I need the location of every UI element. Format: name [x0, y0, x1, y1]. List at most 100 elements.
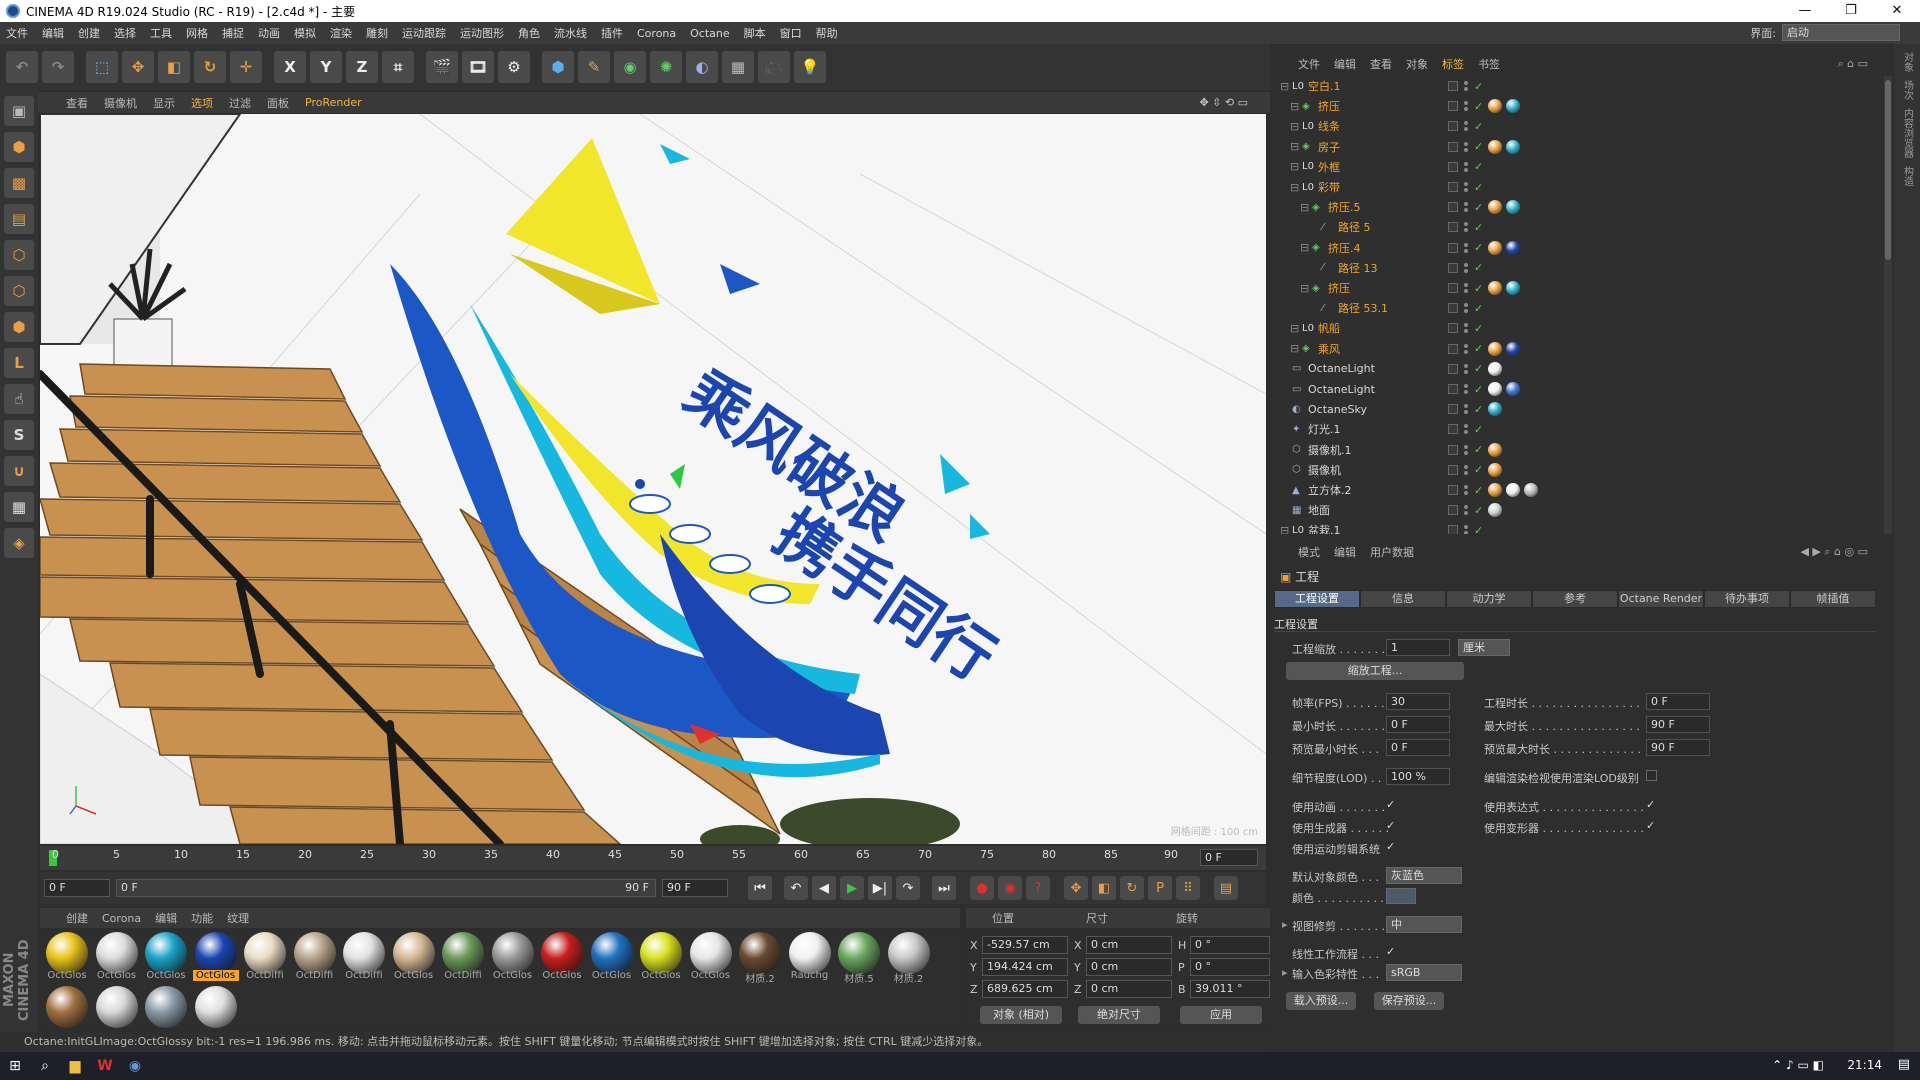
object-name[interactable]: 房子: [1318, 139, 1340, 155]
editor-visibility-dot[interactable]: [1464, 343, 1468, 348]
object-tag-icon[interactable]: [1488, 483, 1502, 497]
object-name[interactable]: 乘风: [1318, 341, 1340, 357]
render-settings-icon[interactable]: ⚙: [498, 51, 530, 83]
timeline-ruler[interactable]: 0 5 10 15 20 25 30 35 40 45 50 55 60 65 …: [40, 846, 1266, 870]
mat-menu-create[interactable]: 创建: [66, 910, 88, 926]
editor-visibility-dot[interactable]: [1464, 262, 1468, 267]
object-tag-icon[interactable]: [1488, 503, 1502, 518]
enabled-check-icon[interactable]: ✓: [1474, 201, 1483, 214]
editor-visibility-dot[interactable]: [1464, 424, 1468, 429]
menu-select[interactable]: 选择: [114, 25, 136, 41]
menu-motion-tracking[interactable]: 运动跟踪: [402, 25, 446, 41]
input-color-expand-icon[interactable]: ▸: [1282, 966, 1288, 979]
planar-workplane-icon[interactable]: ◈: [4, 528, 34, 558]
render-view-icon[interactable]: 🎬: [426, 51, 458, 83]
attr-menu-mode[interactable]: 模式: [1298, 544, 1320, 560]
object-tree-scrollbar[interactable]: [1884, 76, 1892, 534]
load-preset-button[interactable]: 载入预设...: [1286, 992, 1356, 1010]
redo-icon[interactable]: ↷: [42, 51, 74, 83]
rotation-p-field[interactable]: 0 °: [1190, 958, 1270, 976]
render-visibility-dot[interactable]: [1464, 147, 1468, 152]
object-row[interactable]: ⊟ ◈ 乘风 ✓: [1272, 339, 1884, 359]
layer-swatch[interactable]: [1448, 525, 1458, 534]
use-animation-checkbox[interactable]: ✓: [1386, 798, 1395, 811]
polygons-mode-icon[interactable]: ⬢: [4, 312, 34, 342]
enabled-check-icon[interactable]: ✓: [1474, 504, 1483, 517]
object-tag-icon[interactable]: [1506, 281, 1520, 295]
enabled-check-icon[interactable]: ✓: [1474, 443, 1483, 456]
viewport-menu-options[interactable]: 选项: [191, 95, 213, 111]
snap-icon[interactable]: S: [4, 420, 34, 450]
object-row[interactable]: ⊟ L0 彩带 ✓: [1272, 177, 1884, 197]
expand-toggle-icon[interactable]: ⊟: [1300, 201, 1309, 214]
object-name[interactable]: OctaneSky: [1308, 403, 1367, 416]
play-icon[interactable]: ▶: [840, 876, 864, 900]
camera-icon[interactable]: 🎥: [758, 51, 790, 83]
editor-visibility-dot[interactable]: [1464, 182, 1468, 186]
file-explorer-icon[interactable]: ▆: [60, 1052, 90, 1080]
attr-menu-userdata[interactable]: 用户数据: [1370, 544, 1414, 560]
light-icon[interactable]: 💡: [794, 51, 826, 83]
viewport-menu-view[interactable]: 查看: [66, 95, 88, 111]
layer-swatch[interactable]: [1448, 81, 1458, 91]
expand-toggle-icon[interactable]: ⊟: [1290, 322, 1299, 335]
layer-swatch[interactable]: [1448, 182, 1458, 192]
go-to-next-key-icon[interactable]: ↷: [896, 876, 920, 900]
render-visibility-dot[interactable]: [1464, 470, 1468, 475]
enabled-check-icon[interactable]: ✓: [1474, 403, 1483, 416]
viewport-menu-prorender[interactable]: ProRender: [305, 96, 362, 109]
close-button[interactable]: ✕: [1874, 0, 1920, 22]
enabled-check-icon[interactable]: ✓: [1474, 423, 1483, 436]
workplane-icon[interactable]: ▤: [4, 204, 34, 234]
object-name[interactable]: 线条: [1318, 118, 1340, 134]
windows-start-icon[interactable]: ⊞: [0, 1052, 30, 1080]
object-name[interactable]: 灯光.1: [1308, 421, 1341, 437]
enabled-check-icon[interactable]: ✓: [1474, 120, 1483, 133]
editor-visibility-dot[interactable]: [1464, 323, 1468, 328]
layer-swatch[interactable]: [1448, 424, 1458, 435]
preview-range-slider[interactable]: 0 F 90 F: [116, 879, 656, 897]
coordinate-system-icon[interactable]: ⌗: [382, 51, 414, 83]
search-icon[interactable]: ⌕: [30, 1052, 60, 1080]
mat-menu-edit[interactable]: 编辑: [155, 910, 177, 926]
obj-menu-tags[interactable]: 标签: [1442, 56, 1464, 72]
render-visibility-dot[interactable]: [1464, 309, 1468, 314]
rotation-h-field[interactable]: 0 °: [1190, 936, 1270, 954]
material-swatch[interactable]: [193, 986, 239, 1038]
obj-manager-nav-icons[interactable]: ⌕ ⌂ ▭: [1837, 57, 1868, 71]
key-scale-icon[interactable]: ◧: [1092, 876, 1116, 900]
editor-visibility-dot[interactable]: [1464, 202, 1468, 207]
editor-visibility-dot[interactable]: [1464, 444, 1468, 449]
expand-toggle-icon[interactable]: ⊟: [1290, 100, 1299, 113]
use-motion-system-checkbox[interactable]: ✓: [1386, 840, 1395, 853]
layer-swatch[interactable]: [1448, 242, 1458, 253]
object-row[interactable]: ⊟ ◈ 房子 ✓: [1272, 137, 1884, 157]
expand-toggle-icon[interactable]: ⊟: [1280, 524, 1289, 534]
obj-menu-view[interactable]: 查看: [1370, 56, 1392, 72]
render-visibility-dot[interactable]: [1464, 107, 1468, 112]
axis-mode-icon[interactable]: L: [4, 348, 34, 378]
menu-help[interactable]: 帮助: [816, 25, 838, 41]
menu-edit[interactable]: 编辑: [42, 25, 64, 41]
object-name[interactable]: 路径 13: [1338, 260, 1378, 276]
undo-icon[interactable]: ↶: [6, 51, 38, 83]
object-tag-icon[interactable]: [1506, 139, 1520, 154]
render-visibility-dot[interactable]: [1464, 87, 1468, 91]
enabled-check-icon[interactable]: ✓: [1474, 524, 1483, 534]
preview-max-field[interactable]: 90 F: [1646, 739, 1710, 756]
view-clipping-expand-icon[interactable]: ▸: [1282, 918, 1288, 931]
material-swatch[interactable]: OctGlos: [44, 932, 90, 984]
enabled-check-icon[interactable]: ✓: [1474, 484, 1483, 497]
object-tag-icon[interactable]: [1488, 382, 1502, 396]
editor-visibility-dot[interactable]: [1464, 303, 1468, 308]
layer-swatch[interactable]: [1448, 323, 1458, 334]
floor-icon[interactable]: ▦: [722, 51, 754, 83]
enabled-check-icon[interactable]: ✓: [1474, 241, 1483, 254]
object-row[interactable]: ⊟ L0 空白.1 ✓: [1272, 76, 1884, 96]
material-swatch[interactable]: 材质.2: [886, 932, 932, 985]
max-time-field[interactable]: 90 F: [1646, 716, 1710, 733]
default-color-select[interactable]: 灰蓝色: [1386, 867, 1462, 884]
editor-visibility-dot[interactable]: [1464, 161, 1468, 166]
transform-tool-icon[interactable]: ✛: [230, 51, 262, 83]
menu-mesh[interactable]: 网格: [186, 25, 208, 41]
